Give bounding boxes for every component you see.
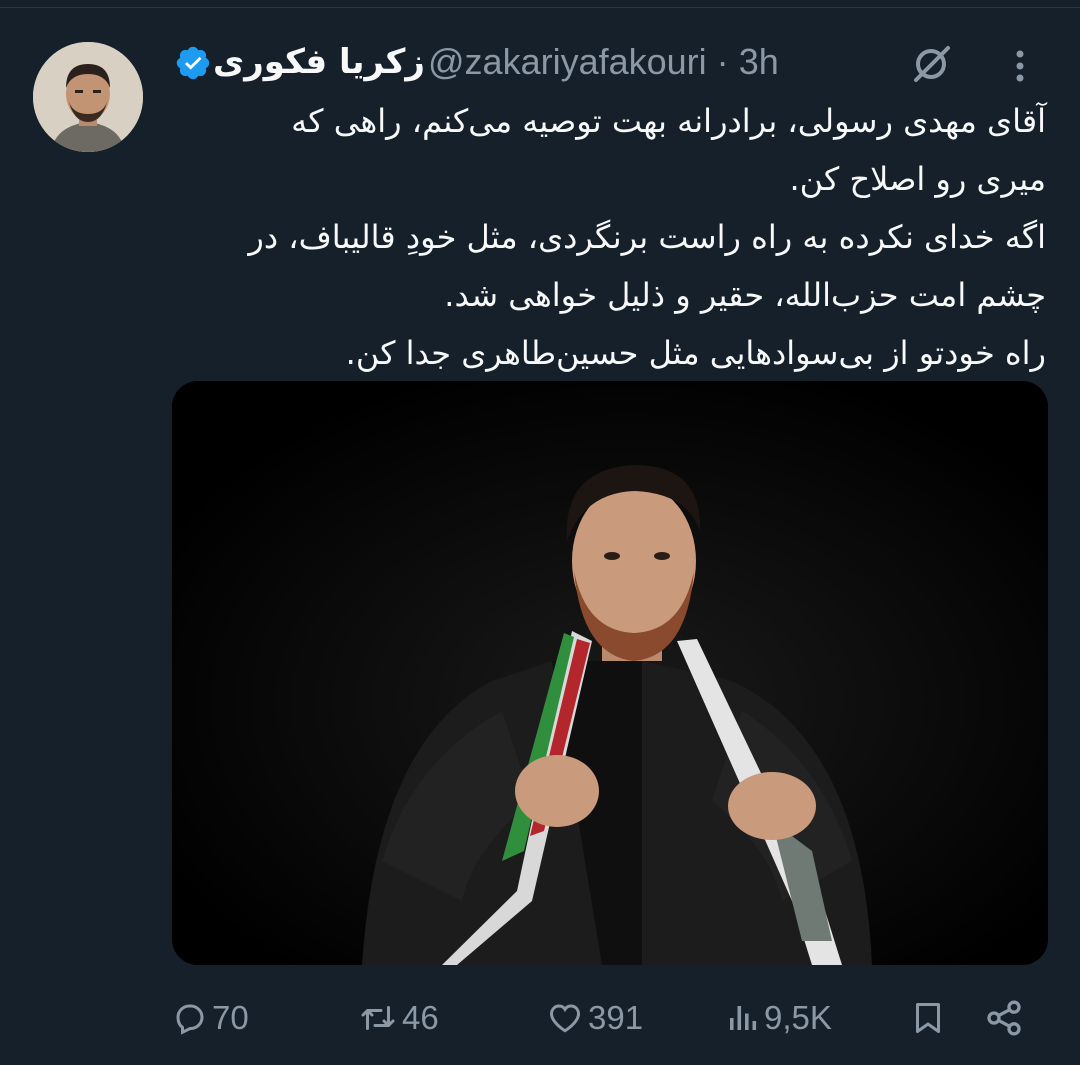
tweet-header: زکریا فکوری @zakariyafakouri · 3h: [170, 38, 1050, 88]
author-handle-line[interactable]: @zakariyafakouri · 3h: [428, 40, 779, 84]
reply-button[interactable]: 70: [172, 988, 249, 1048]
tweet-text-line: آقای مهدی رسولی، برادرانه بهت توصیه می‌ک…: [291, 102, 1046, 140]
verified-badge-icon: [176, 46, 210, 80]
bookmark-button[interactable]: [910, 988, 946, 1048]
tweet-text: آقای مهدی رسولی، برادرانه بهت توصیه می‌ک…: [170, 92, 1046, 382]
tweet-actions: 70 46 391 9,5K: [172, 988, 1048, 1048]
avatar-image: [33, 42, 143, 152]
grok-icon[interactable]: [910, 42, 954, 86]
share-button[interactable]: [984, 988, 1024, 1048]
share-icon: [987, 1000, 1021, 1036]
retweet-count: 46: [402, 999, 439, 1036]
timestamp[interactable]: 3h: [739, 41, 779, 82]
separator: ·: [716, 41, 729, 82]
reply-count: 70: [212, 999, 249, 1036]
tweet-text-line: چشم امت حزب‌الله، حقیر و ذلیل خواهی شد.: [444, 276, 1046, 314]
bookmark-icon: [916, 1003, 940, 1033]
avatar[interactable]: [33, 42, 143, 152]
retweet-button[interactable]: 46: [358, 988, 439, 1048]
tweet-text-line: اگه خدای نکرده به راه راست برنگردی، مثل …: [248, 218, 1046, 256]
author-display-name[interactable]: زکریا فکوری: [213, 40, 425, 84]
like-count: 391: [588, 999, 644, 1036]
tweet-media-photo[interactable]: [172, 381, 1048, 965]
more-options-icon[interactable]: [1012, 46, 1028, 86]
top-divider: [0, 0, 1080, 8]
reply-icon: [176, 1004, 204, 1035]
like-button[interactable]: 391: [546, 988, 643, 1048]
photo-person-with-scarf: [172, 381, 1048, 965]
views-button[interactable]: 9,5K: [724, 988, 832, 1048]
like-icon: [549, 1004, 581, 1033]
tweet-text-line: میری رو اصلاح کن.: [789, 160, 1047, 198]
views-icon: [730, 1006, 757, 1030]
author-handle[interactable]: @zakariyafakouri: [428, 41, 707, 82]
retweet-icon: [361, 1006, 395, 1030]
tweet-text-line: راه خودتو از بی‌سوادهایی مثل حسین‌طاهری …: [345, 334, 1046, 372]
views-count: 9,5K: [764, 999, 832, 1036]
